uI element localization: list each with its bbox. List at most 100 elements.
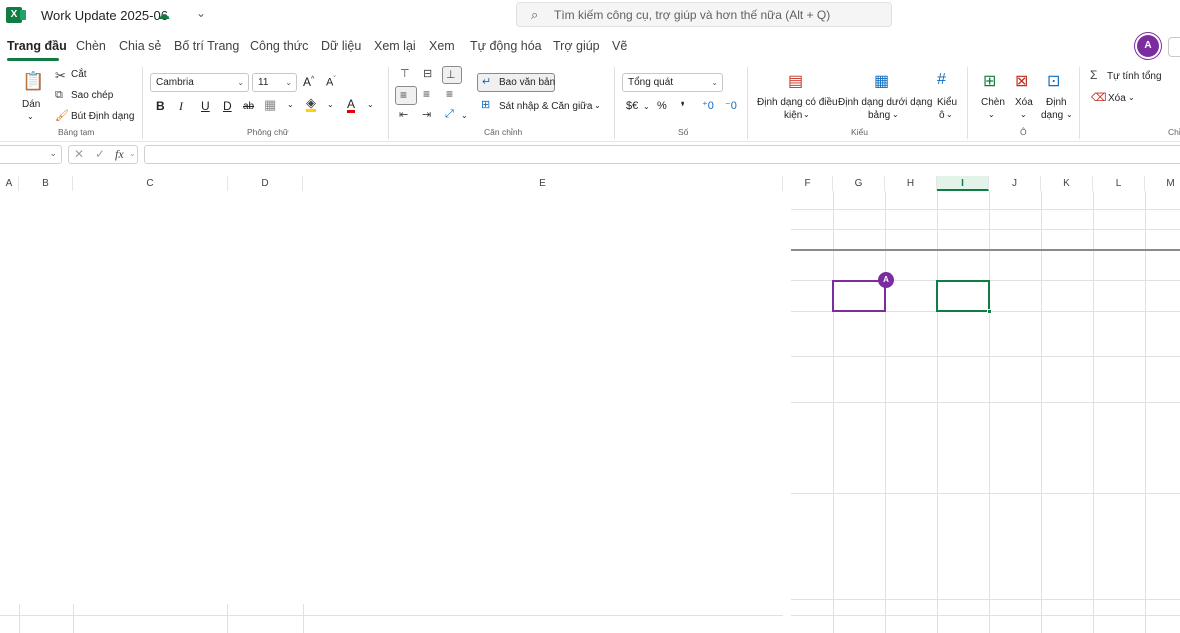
align-center-icon[interactable]: ≡ — [423, 87, 430, 101]
tab-automate[interactable]: Tự động hóa — [470, 39, 542, 53]
column-header[interactable]: J — [989, 176, 1041, 191]
delete-cells-icon[interactable]: ⊠ — [1015, 71, 1028, 91]
format-painter-icon[interactable]: 🖌 — [55, 109, 69, 122]
cell-grid[interactable] — [791, 191, 1180, 633]
tab-insert[interactable]: Chèn — [76, 39, 106, 53]
column-header[interactable]: L — [1093, 176, 1145, 191]
conditional-format-label[interactable]: Định dạng có điều — [757, 97, 838, 108]
cell-styles-label[interactable]: Kiểu — [937, 97, 957, 108]
formula-input[interactable] — [144, 145, 1180, 164]
align-bottom-button[interactable]: ⊥ — [442, 66, 462, 84]
cut-icon[interactable]: ✂ — [55, 68, 66, 84]
copy-button[interactable]: Sao chép — [71, 90, 113, 101]
align-top-icon[interactable]: ⊤ — [400, 67, 410, 80]
borders-icon[interactable]: ▦ — [264, 97, 276, 113]
column-header[interactable]: A — [0, 176, 19, 191]
number-format-dropdown[interactable]: Tổng quát ⌄ — [622, 73, 723, 92]
strikethrough-button[interactable]: ab — [243, 101, 254, 112]
font-color-chevron-icon[interactable]: ⌄ — [367, 100, 374, 109]
column-header[interactable]: H — [885, 176, 937, 191]
orientation-icon[interactable]: ⤢ — [445, 108, 454, 121]
delete-cells-button[interactable]: Xóa — [1015, 97, 1033, 108]
cell-styles-icon[interactable]: # — [937, 71, 946, 89]
copy-icon[interactable]: ⧉ — [55, 89, 63, 102]
conditional-format-icon[interactable]: ▤ — [788, 71, 803, 91]
orientation-chevron-icon[interactable]: ⌄ — [461, 111, 468, 120]
font-size-dropdown[interactable]: 11 ⌄ — [252, 73, 297, 92]
comma-style-button[interactable]: ❜ — [681, 100, 685, 113]
cancel-icon[interactable]: ✕ — [74, 147, 84, 161]
chevron-down-icon[interactable]: ⌄ — [129, 149, 136, 158]
tab-draw[interactable]: Vẽ — [612, 39, 627, 53]
fill-handle[interactable] — [987, 309, 992, 314]
merge-center-button[interactable]: Sát nhập & Căn giữa — [499, 101, 592, 112]
italic-button[interactable]: I — [179, 99, 183, 114]
chevron-down-icon[interactable]: ⌄ — [1128, 93, 1135, 102]
font-color-icon[interactable]: A — [347, 98, 356, 113]
format-as-table-icon[interactable]: ▦ — [874, 71, 889, 91]
align-right-icon[interactable]: ≡ — [446, 87, 453, 101]
tab-share[interactable]: Chia sẻ — [119, 39, 161, 53]
decrease-decimal-icon[interactable]: ⁻0 — [725, 99, 737, 112]
comments-button[interactable] — [1168, 37, 1180, 57]
increase-font-icon[interactable]: A^ — [303, 75, 314, 89]
paste-chevron-icon[interactable]: ⌄ — [27, 112, 34, 121]
column-header[interactable]: D — [228, 176, 303, 191]
column-header[interactable]: F — [783, 176, 833, 191]
name-box[interactable]: ⌄ — [0, 145, 62, 164]
align-left-button[interactable]: ≡ — [395, 86, 417, 105]
fill-color-icon[interactable]: ◈ — [306, 96, 316, 112]
merge-chevron-icon[interactable]: ⌄ — [594, 101, 601, 110]
format-as-table-label[interactable]: Định dạng dưới dạng — [838, 97, 932, 108]
decrease-indent-icon[interactable]: ⇤ — [399, 108, 408, 121]
wrap-text-button[interactable]: ↵ Bao văn bản — [477, 73, 555, 92]
format-painter-button[interactable]: Bút Định dạng — [71, 111, 134, 122]
column-header[interactable]: E — [303, 176, 783, 191]
increase-decimal-icon[interactable]: ⁺0 — [702, 99, 714, 112]
chevron-down-icon[interactable]: ⌄ — [803, 110, 810, 119]
search-box[interactable]: ⌕ Tìm kiếm công cụ, trợ giúp và hơn thế … — [516, 2, 892, 27]
chevron-down-icon[interactable]: ⌄ — [892, 110, 899, 119]
clear-button[interactable]: Xóa — [1108, 93, 1126, 104]
cut-button[interactable]: Cắt — [71, 69, 87, 80]
collaborator-cell-selection[interactable] — [832, 280, 886, 312]
insert-function-icon[interactable]: fx — [115, 147, 124, 162]
underline-button[interactable]: U — [201, 99, 210, 113]
chevron-down-icon[interactable]: ⌄ — [1020, 110, 1027, 119]
paste-button[interactable]: Dán — [22, 99, 40, 110]
insert-cells-icon[interactable]: ⊞ — [983, 71, 996, 91]
conditional-format-label-2[interactable]: kiện — [784, 110, 802, 121]
paste-icon[interactable]: 📋 — [22, 71, 44, 92]
borders-chevron-icon[interactable]: ⌄ — [287, 100, 294, 109]
autosum-icon[interactable]: Σ — [1090, 68, 1097, 82]
font-name-dropdown[interactable]: Cambria ⌄ — [150, 73, 249, 92]
percent-button[interactable]: % — [657, 100, 667, 112]
increase-indent-icon[interactable]: ⇥ — [422, 108, 431, 121]
column-header[interactable]: C — [73, 176, 228, 191]
bold-button[interactable]: B — [156, 99, 165, 113]
tab-view[interactable]: Xem — [429, 39, 455, 53]
column-header-selected[interactable]: I — [937, 176, 989, 191]
tab-review[interactable]: Xem lại — [374, 39, 416, 53]
tab-formulas[interactable]: Công thức — [250, 39, 308, 53]
format-cells-button[interactable]: Định — [1046, 97, 1067, 108]
format-cells-icon[interactable]: ⊡ — [1047, 71, 1060, 91]
align-middle-icon[interactable]: ⊟ — [423, 67, 432, 80]
user-avatar[interactable]: A — [1137, 35, 1159, 57]
currency-button[interactable]: $€ — [626, 100, 638, 112]
decrease-font-icon[interactable]: Aˇ — [326, 76, 336, 89]
chevron-down-icon[interactable]: ⌄ — [988, 110, 995, 119]
tab-home[interactable]: Trang đầu — [7, 39, 67, 53]
cell-styles-label-2[interactable]: ô — [939, 110, 945, 121]
confirm-icon[interactable]: ✓ — [95, 147, 105, 161]
fill-color-chevron-icon[interactable]: ⌄ — [327, 100, 334, 109]
chevron-down-icon[interactable]: ⌄ — [196, 6, 206, 20]
column-header[interactable]: G — [833, 176, 885, 191]
tab-page-layout[interactable]: Bố trí Trang — [174, 39, 239, 53]
tab-data[interactable]: Dữ liệu — [321, 39, 361, 53]
insert-cells-button[interactable]: Chèn — [981, 97, 1005, 108]
chevron-down-icon[interactable]: ⌄ — [946, 110, 953, 119]
merge-center-icon[interactable]: ⊞ — [481, 98, 490, 111]
clear-icon[interactable]: ⌫ — [1091, 91, 1107, 104]
autosum-button[interactable]: Tự tính tổng — [1107, 71, 1162, 82]
